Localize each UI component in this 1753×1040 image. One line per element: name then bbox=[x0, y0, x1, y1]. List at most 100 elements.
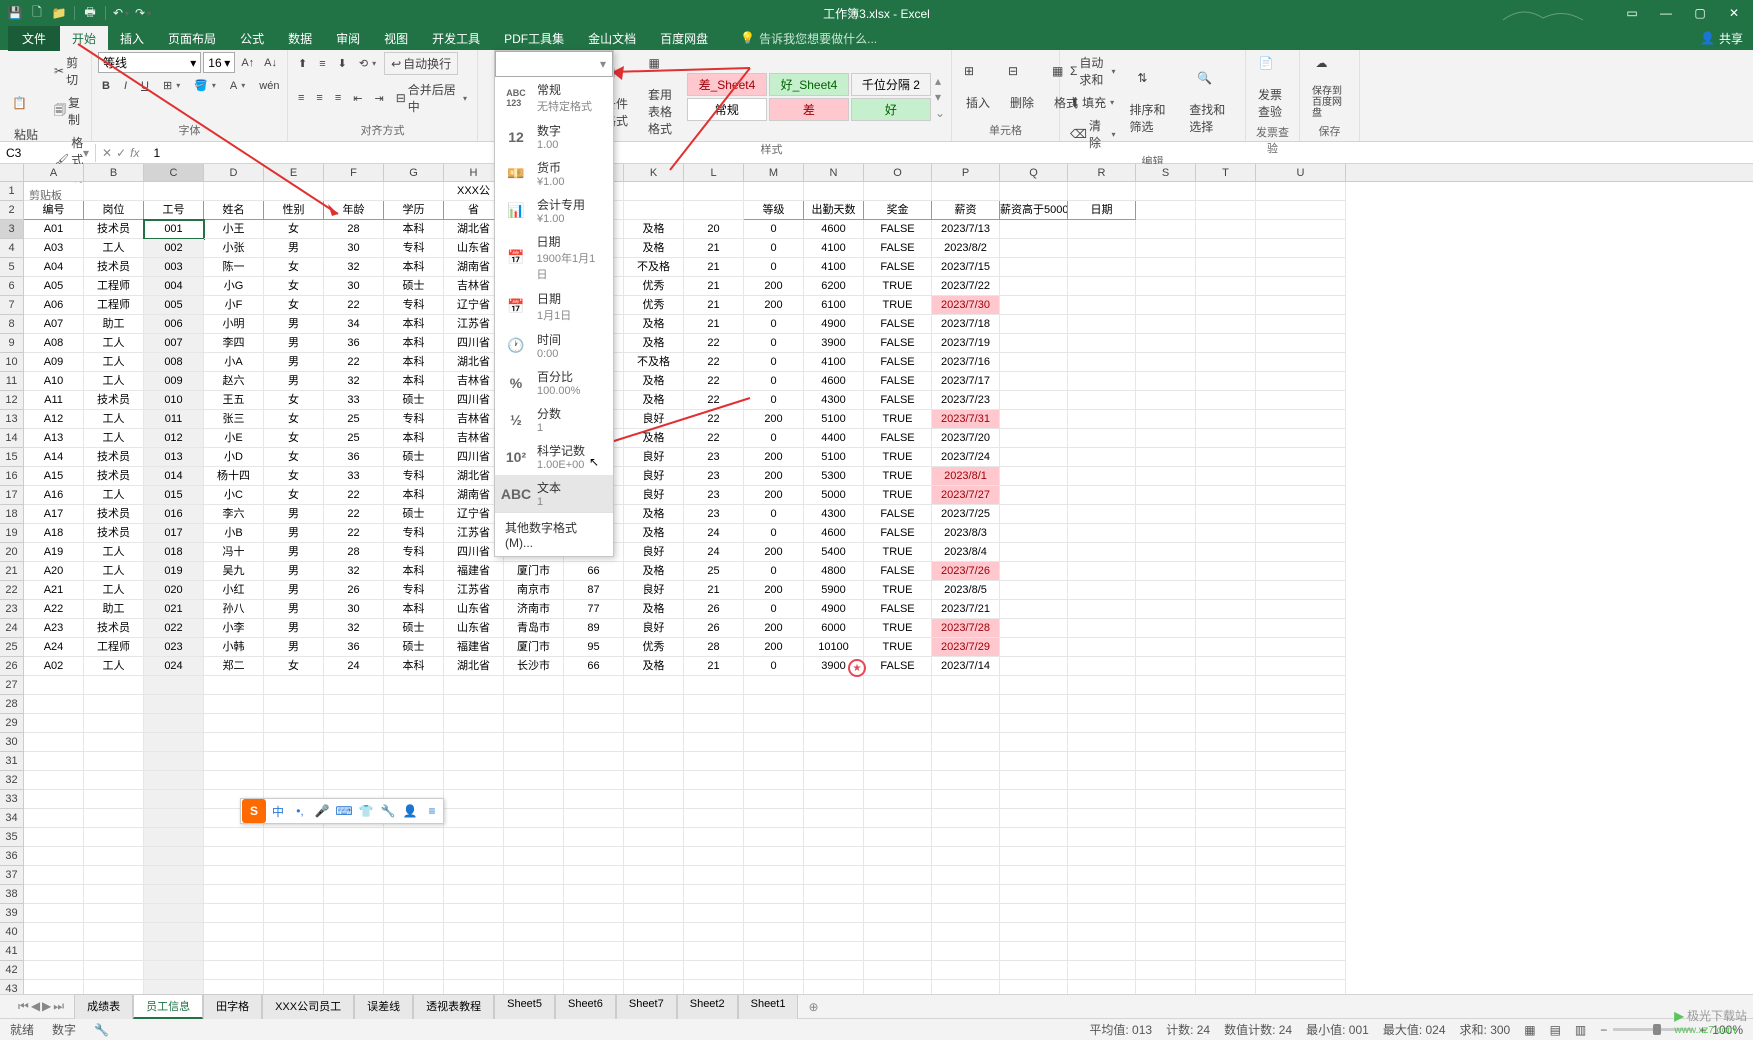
table-cell[interactable] bbox=[932, 752, 1000, 771]
table-cell[interactable]: A03 bbox=[24, 239, 84, 258]
table-cell[interactable] bbox=[1068, 296, 1136, 315]
table-cell[interactable]: 001 bbox=[144, 220, 204, 239]
row-header[interactable]: 32 bbox=[0, 771, 24, 790]
table-cell[interactable] bbox=[1068, 885, 1136, 904]
table-cell[interactable]: 不及格 bbox=[624, 258, 684, 277]
table-cell[interactable] bbox=[1136, 220, 1196, 239]
table-cell[interactable]: 024 bbox=[144, 657, 204, 676]
table-cell[interactable]: 小张 bbox=[204, 239, 264, 258]
row-header[interactable]: 26 bbox=[0, 657, 24, 676]
table-cell[interactable] bbox=[932, 771, 1000, 790]
table-cell[interactable]: 0 bbox=[744, 353, 804, 372]
table-cell[interactable] bbox=[1068, 657, 1136, 676]
table-cell[interactable] bbox=[504, 790, 564, 809]
table-cell[interactable] bbox=[204, 676, 264, 695]
table-cell[interactable]: 硕士 bbox=[384, 505, 444, 524]
table-cell[interactable]: 湖北省 bbox=[444, 657, 504, 676]
table-cell[interactable]: 女 bbox=[264, 391, 324, 410]
table-cell[interactable]: 019 bbox=[144, 562, 204, 581]
table-cell[interactable] bbox=[624, 828, 684, 847]
ime-punct-button[interactable]: •, bbox=[289, 800, 311, 822]
table-cell[interactable] bbox=[1196, 182, 1256, 201]
orientation-icon[interactable]: ⟲ bbox=[355, 55, 380, 72]
table-cell[interactable] bbox=[24, 885, 84, 904]
table-cell[interactable]: 36 bbox=[324, 638, 384, 657]
table-cell[interactable]: 0 bbox=[744, 334, 804, 353]
table-cell[interactable] bbox=[804, 752, 864, 771]
table-cell[interactable] bbox=[444, 790, 504, 809]
table-cell[interactable] bbox=[324, 676, 384, 695]
table-cell[interactable] bbox=[84, 752, 144, 771]
table-cell[interactable]: 孙八 bbox=[204, 600, 264, 619]
table-cell[interactable] bbox=[744, 714, 804, 733]
table-cell[interactable]: 小E bbox=[204, 429, 264, 448]
align-middle-icon[interactable]: ≡ bbox=[315, 56, 329, 72]
column-header[interactable]: K bbox=[624, 164, 684, 181]
table-cell[interactable]: 小D bbox=[204, 448, 264, 467]
table-cell[interactable] bbox=[864, 828, 932, 847]
table-cell[interactable] bbox=[144, 904, 204, 923]
table-cell[interactable] bbox=[504, 923, 564, 942]
table-cell[interactable] bbox=[1136, 619, 1196, 638]
table-cell[interactable] bbox=[624, 809, 684, 828]
table-cell[interactable] bbox=[564, 904, 624, 923]
table-cell[interactable]: 女 bbox=[264, 277, 324, 296]
open-icon[interactable]: 📁 bbox=[50, 4, 68, 22]
table-cell[interactable] bbox=[1068, 714, 1136, 733]
table-cell[interactable]: 0 bbox=[744, 505, 804, 524]
column-header[interactable]: L bbox=[684, 164, 744, 181]
table-cell[interactable]: 本科 bbox=[384, 486, 444, 505]
table-cell[interactable] bbox=[1196, 676, 1256, 695]
table-cell[interactable] bbox=[1000, 505, 1068, 524]
table-cell[interactable] bbox=[1068, 847, 1136, 866]
table-cell[interactable] bbox=[24, 182, 84, 201]
table-cell[interactable] bbox=[932, 980, 1000, 994]
table-cell[interactable] bbox=[932, 866, 1000, 885]
table-cell[interactable] bbox=[624, 847, 684, 866]
table-cell[interactable] bbox=[1196, 866, 1256, 885]
table-cell[interactable]: 004 bbox=[144, 277, 204, 296]
table-cell[interactable]: 技术员 bbox=[84, 467, 144, 486]
table-cell[interactable] bbox=[1000, 410, 1068, 429]
table-cell[interactable]: 0 bbox=[744, 657, 804, 676]
table-cell[interactable] bbox=[1196, 847, 1256, 866]
table-cell[interactable] bbox=[1136, 790, 1196, 809]
table-cell[interactable] bbox=[384, 752, 444, 771]
table-cell[interactable]: 21 bbox=[684, 239, 744, 258]
sheet-tab[interactable]: Sheet6 bbox=[555, 994, 616, 1019]
table-cell[interactable]: 4600 bbox=[804, 372, 864, 391]
table-cell[interactable] bbox=[1256, 904, 1346, 923]
table-cell[interactable] bbox=[932, 923, 1000, 942]
table-cell[interactable] bbox=[684, 182, 744, 201]
table-cell[interactable] bbox=[1000, 391, 1068, 410]
table-cell[interactable]: TRUE bbox=[864, 638, 932, 657]
table-cell[interactable]: 33 bbox=[324, 467, 384, 486]
table-cell[interactable]: 200 bbox=[744, 638, 804, 657]
table-cell[interactable] bbox=[624, 790, 684, 809]
column-header[interactable]: G bbox=[384, 164, 444, 181]
table-cell[interactable]: 及格 bbox=[624, 391, 684, 410]
table-cell[interactable]: A09 bbox=[24, 353, 84, 372]
table-cell[interactable] bbox=[504, 942, 564, 961]
table-cell[interactable]: 优秀 bbox=[624, 277, 684, 296]
table-cell[interactable] bbox=[804, 942, 864, 961]
table-cell[interactable]: 工人 bbox=[84, 410, 144, 429]
table-cell[interactable] bbox=[84, 733, 144, 752]
table-cell[interactable] bbox=[1000, 562, 1068, 581]
table-cell[interactable]: 018 bbox=[144, 543, 204, 562]
table-cell[interactable]: 5000 bbox=[804, 486, 864, 505]
table-cell[interactable] bbox=[444, 809, 504, 828]
table-cell[interactable]: 郑二 bbox=[204, 657, 264, 676]
table-cell[interactable]: 工人 bbox=[84, 353, 144, 372]
table-cell[interactable]: 005 bbox=[144, 296, 204, 315]
table-cell[interactable] bbox=[1000, 714, 1068, 733]
table-cell[interactable]: 5400 bbox=[804, 543, 864, 562]
table-cell[interactable] bbox=[84, 809, 144, 828]
maximize-icon[interactable]: ▢ bbox=[1687, 3, 1713, 23]
sheet-tab[interactable]: Sheet7 bbox=[616, 994, 677, 1019]
table-cell[interactable] bbox=[84, 885, 144, 904]
ime-tool-icon[interactable]: 🔧 bbox=[377, 800, 399, 822]
table-cell[interactable] bbox=[744, 809, 804, 828]
table-cell[interactable] bbox=[1136, 847, 1196, 866]
table-cell[interactable]: 2023/8/3 bbox=[932, 524, 1000, 543]
